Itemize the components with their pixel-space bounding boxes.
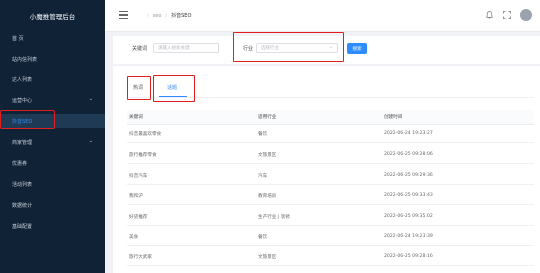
topbar: / seo / 抖音SEO xyxy=(105,0,540,32)
sidebar-item-influencers[interactable]: 达人列表 xyxy=(0,72,105,86)
chevron-down-icon: ⌄ xyxy=(88,96,93,102)
sidebar-item-label: 活动列表 xyxy=(12,181,33,188)
sidebar-item-label: 运营中心 xyxy=(12,97,33,104)
bell-icon[interactable] xyxy=(484,10,494,20)
annotation-box-filter xyxy=(233,32,344,62)
table-row[interactable]: 抖音最喜欢零食 餐饮 2022-06-24 19:23:27 xyxy=(127,125,534,143)
cell-industry: 教育培训 xyxy=(258,193,277,199)
cell-created: 2022-06-24 19:23:39 xyxy=(384,234,433,239)
table-row[interactable]: 我和沪 教育培训 2022-06-25 09:33:43 xyxy=(127,187,534,205)
annotation-box-tab-hot xyxy=(127,76,151,100)
sidebar-item-merchants[interactable]: 商家管理 ⌄ xyxy=(0,135,105,149)
cell-keyword: 旅行推荐零食 xyxy=(129,152,157,158)
breadcrumb-item[interactable]: seo xyxy=(153,13,162,19)
cell-industry: 文旅景区 xyxy=(258,254,277,260)
table-row[interactable]: 旅行大武家 文旅景区 2022-06-25 09:28:16 xyxy=(127,248,534,266)
sidebar-item-label: 数据统计 xyxy=(12,202,33,209)
sidebar-item-label: 站内信列表 xyxy=(12,56,38,63)
cell-created: 2022-06-25 09:28:06 xyxy=(384,152,433,157)
sidebar-item-operations[interactable]: 运营中心 ⌄ xyxy=(0,93,105,107)
sidebar-item-config[interactable]: 基础配置 xyxy=(0,219,105,233)
topbar-actions xyxy=(484,9,532,21)
table-row[interactable]: 抖音汽车 汽车 2022-06-25 09:29:36 xyxy=(127,167,534,185)
cell-keyword: 旅行大武家 xyxy=(129,254,152,260)
fullscreen-icon[interactable] xyxy=(502,10,512,20)
sidebar-item-label: 基础配置 xyxy=(12,223,33,230)
sidebar-item-label: 商家管理 xyxy=(12,139,33,146)
keyword-input[interactable]: 请输入搜索关键 xyxy=(153,43,219,53)
cell-industry: 餐饮 xyxy=(258,131,268,137)
column-header-industry: 适用行业 xyxy=(258,115,277,120)
breadcrumb: / seo / 抖音SEO xyxy=(147,12,192,20)
cell-industry: 生产行业 | 装修 xyxy=(258,214,291,220)
cell-created: 2022-06-25 09:35:02 xyxy=(384,214,433,219)
cell-created: 2022-06-25 09:28:16 xyxy=(384,254,433,259)
annotation-box-sidebar xyxy=(0,110,55,129)
sidebar-item-home[interactable]: 首 页 xyxy=(0,31,105,45)
sidebar-item-statistics[interactable]: 数据统计 xyxy=(0,198,105,212)
column-header-keyword: 关键词 xyxy=(129,115,143,120)
brand-title: 小魔推管理后台 xyxy=(29,13,76,21)
annotation-box-tab-topic xyxy=(153,75,195,102)
cell-created: 2022-06-25 09:33:43 xyxy=(384,193,433,198)
sidebar-item-coupons[interactable]: 优惠券 xyxy=(0,156,105,170)
sidebar: 小魔推管理后台 首 页 站内信列表 达人列表 运营中心 ⌄ 抖音SEO 商家管理… xyxy=(0,0,105,273)
sidebar-item-label: 首 页 xyxy=(12,35,24,42)
column-header-created: 创建时间 xyxy=(384,115,403,120)
keyword-label: 关键词 xyxy=(132,46,148,52)
breadcrumb-current: 抖音SEO xyxy=(171,13,192,19)
cell-industry: 餐饮 xyxy=(258,234,268,240)
table-header: 关键词 适用行业 创建时间 xyxy=(127,110,534,125)
cell-keyword: 我和沪 xyxy=(129,193,143,199)
cell-keyword: 好货推荐 xyxy=(129,214,148,220)
cell-industry: 汽车 xyxy=(258,173,268,179)
search-button[interactable]: 搜索 xyxy=(347,43,367,54)
cell-created: 2022-06-24 19:23:27 xyxy=(384,131,433,136)
sidebar-item-label: 达人列表 xyxy=(12,76,33,83)
hamburger-icon[interactable] xyxy=(119,11,128,19)
sidebar-item-label: 优惠券 xyxy=(12,160,28,167)
table-row[interactable]: 美食 餐饮 2022-06-24 19:23:39 xyxy=(127,228,534,246)
cell-keyword: 抖音最喜欢零食 xyxy=(129,131,162,137)
cell-keyword: 抖音汽车 xyxy=(129,173,148,179)
sidebar-item-messages[interactable]: 站内信列表 xyxy=(0,52,105,66)
avatar[interactable] xyxy=(520,9,532,21)
table-row[interactable]: 好货推荐 生产行业 | 装修 2022-06-25 09:35:02 xyxy=(127,208,534,226)
table-row[interactable]: 旅行推荐零食 文旅景区 2022-06-25 09:28:06 xyxy=(127,146,534,164)
cell-industry: 文旅景区 xyxy=(258,152,277,158)
cell-keyword: 美食 xyxy=(129,234,139,240)
cell-created: 2022-06-25 09:29:36 xyxy=(384,173,433,178)
chevron-down-icon: ⌄ xyxy=(88,138,93,144)
sidebar-item-activities[interactable]: 活动列表 xyxy=(0,177,105,191)
